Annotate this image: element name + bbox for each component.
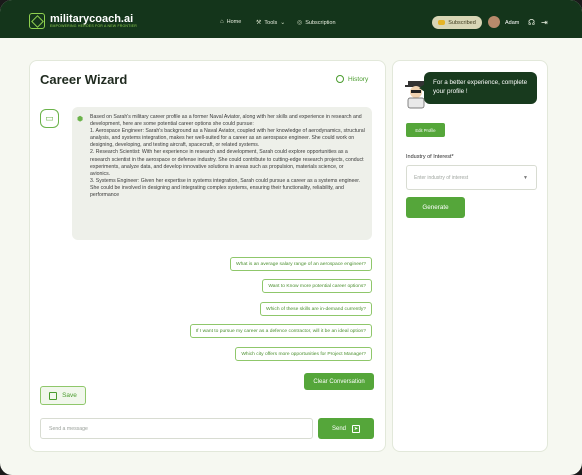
industry-label: Industry of Interest* (406, 154, 454, 160)
suggestion-button[interactable]: Want to Know more potential career optio… (262, 279, 372, 293)
brand-logo[interactable]: militarycoach.ai EMPOWERING HEROES FOR A… (29, 13, 137, 29)
send-label: Send (331, 425, 346, 432)
message-input[interactable]: Send a message (40, 418, 313, 439)
send-icon: ➤ (352, 424, 360, 433)
tools-icon: ⚒ (256, 20, 262, 26)
nav-home-label: Home (226, 19, 242, 25)
brand-tagline: EMPOWERING HEROES FOR A NEW FRONTIER (50, 23, 137, 28)
nav-tools[interactable]: ⚒ Tools ⌄ (256, 19, 288, 27)
suggestion-button[interactable]: Which city offers more opportunities for… (235, 347, 372, 361)
ai-response-text: Based on Sarah's military career profile… (90, 114, 365, 199)
logout-icon[interactable]: ⇥ (541, 18, 548, 27)
send-button[interactable]: Send ➤ (318, 418, 374, 439)
page-title: Career Wizard (40, 72, 128, 87)
nav-subscription[interactable]: ◎ Subscription (297, 19, 336, 27)
profile-panel: For a better experience, complete your p… (392, 60, 548, 452)
suggestion-button[interactable]: If I want to pursue my career as a defen… (189, 324, 372, 338)
edit-profile-button[interactable]: Edit Profile (406, 123, 445, 137)
subscribed-badge-label: Subscribed (448, 19, 476, 26)
ai-icon: ⬢ (77, 116, 84, 123)
suggestion-button[interactable]: What is an average salary range of an ae… (230, 257, 372, 271)
save-label: Save (62, 392, 77, 399)
logo-icon (29, 13, 45, 29)
headset-icon[interactable]: ☊ (528, 18, 535, 27)
nav-tools-label: Tools (264, 19, 278, 26)
brand-name: militarycoach.ai (50, 12, 134, 25)
career-wizard-panel: Career Wizard History ▭ ⬢ Based on Sarah… (29, 60, 386, 452)
subscription-icon: ◎ (297, 20, 303, 26)
user-name[interactable]: Adam (505, 20, 519, 26)
clock-icon (336, 75, 344, 83)
home-icon: ⌂ (220, 19, 224, 25)
profile-tip: For a better experience, complete your p… (419, 72, 537, 104)
history-link[interactable]: History (336, 75, 368, 83)
avatar[interactable] (488, 16, 500, 28)
app-window: militarycoach.ai EMPOWERING HEROES FOR A… (0, 0, 582, 475)
subscribed-badge[interactable]: Subscribed (432, 16, 482, 29)
generate-button[interactable]: Generate (406, 197, 465, 218)
chevron-down-icon: ▼ (523, 175, 528, 181)
save-button[interactable]: Save (40, 386, 86, 405)
nav-home[interactable]: ⌂ Home (220, 19, 241, 25)
chevron-down-icon: ⌄ (280, 20, 286, 26)
ai-response-bubble: ⬢ Based on Sarah's military career profi… (72, 107, 372, 240)
nav-subscription-label: Subscription (305, 19, 336, 26)
save-icon (49, 391, 58, 400)
clear-conversation-button[interactable]: Clear Conversation (304, 373, 374, 390)
chat-bot-icon: ▭ (40, 109, 59, 128)
industry-placeholder: Enter industry of interest (414, 175, 469, 181)
industry-select[interactable]: Enter industry of interest ▼ (406, 165, 537, 190)
suggestion-button[interactable]: Which of these skills are in-demand curr… (259, 302, 372, 316)
top-bar: militarycoach.ai EMPOWERING HEROES FOR A… (0, 0, 582, 38)
history-label: History (348, 75, 369, 83)
crown-icon (438, 20, 446, 25)
